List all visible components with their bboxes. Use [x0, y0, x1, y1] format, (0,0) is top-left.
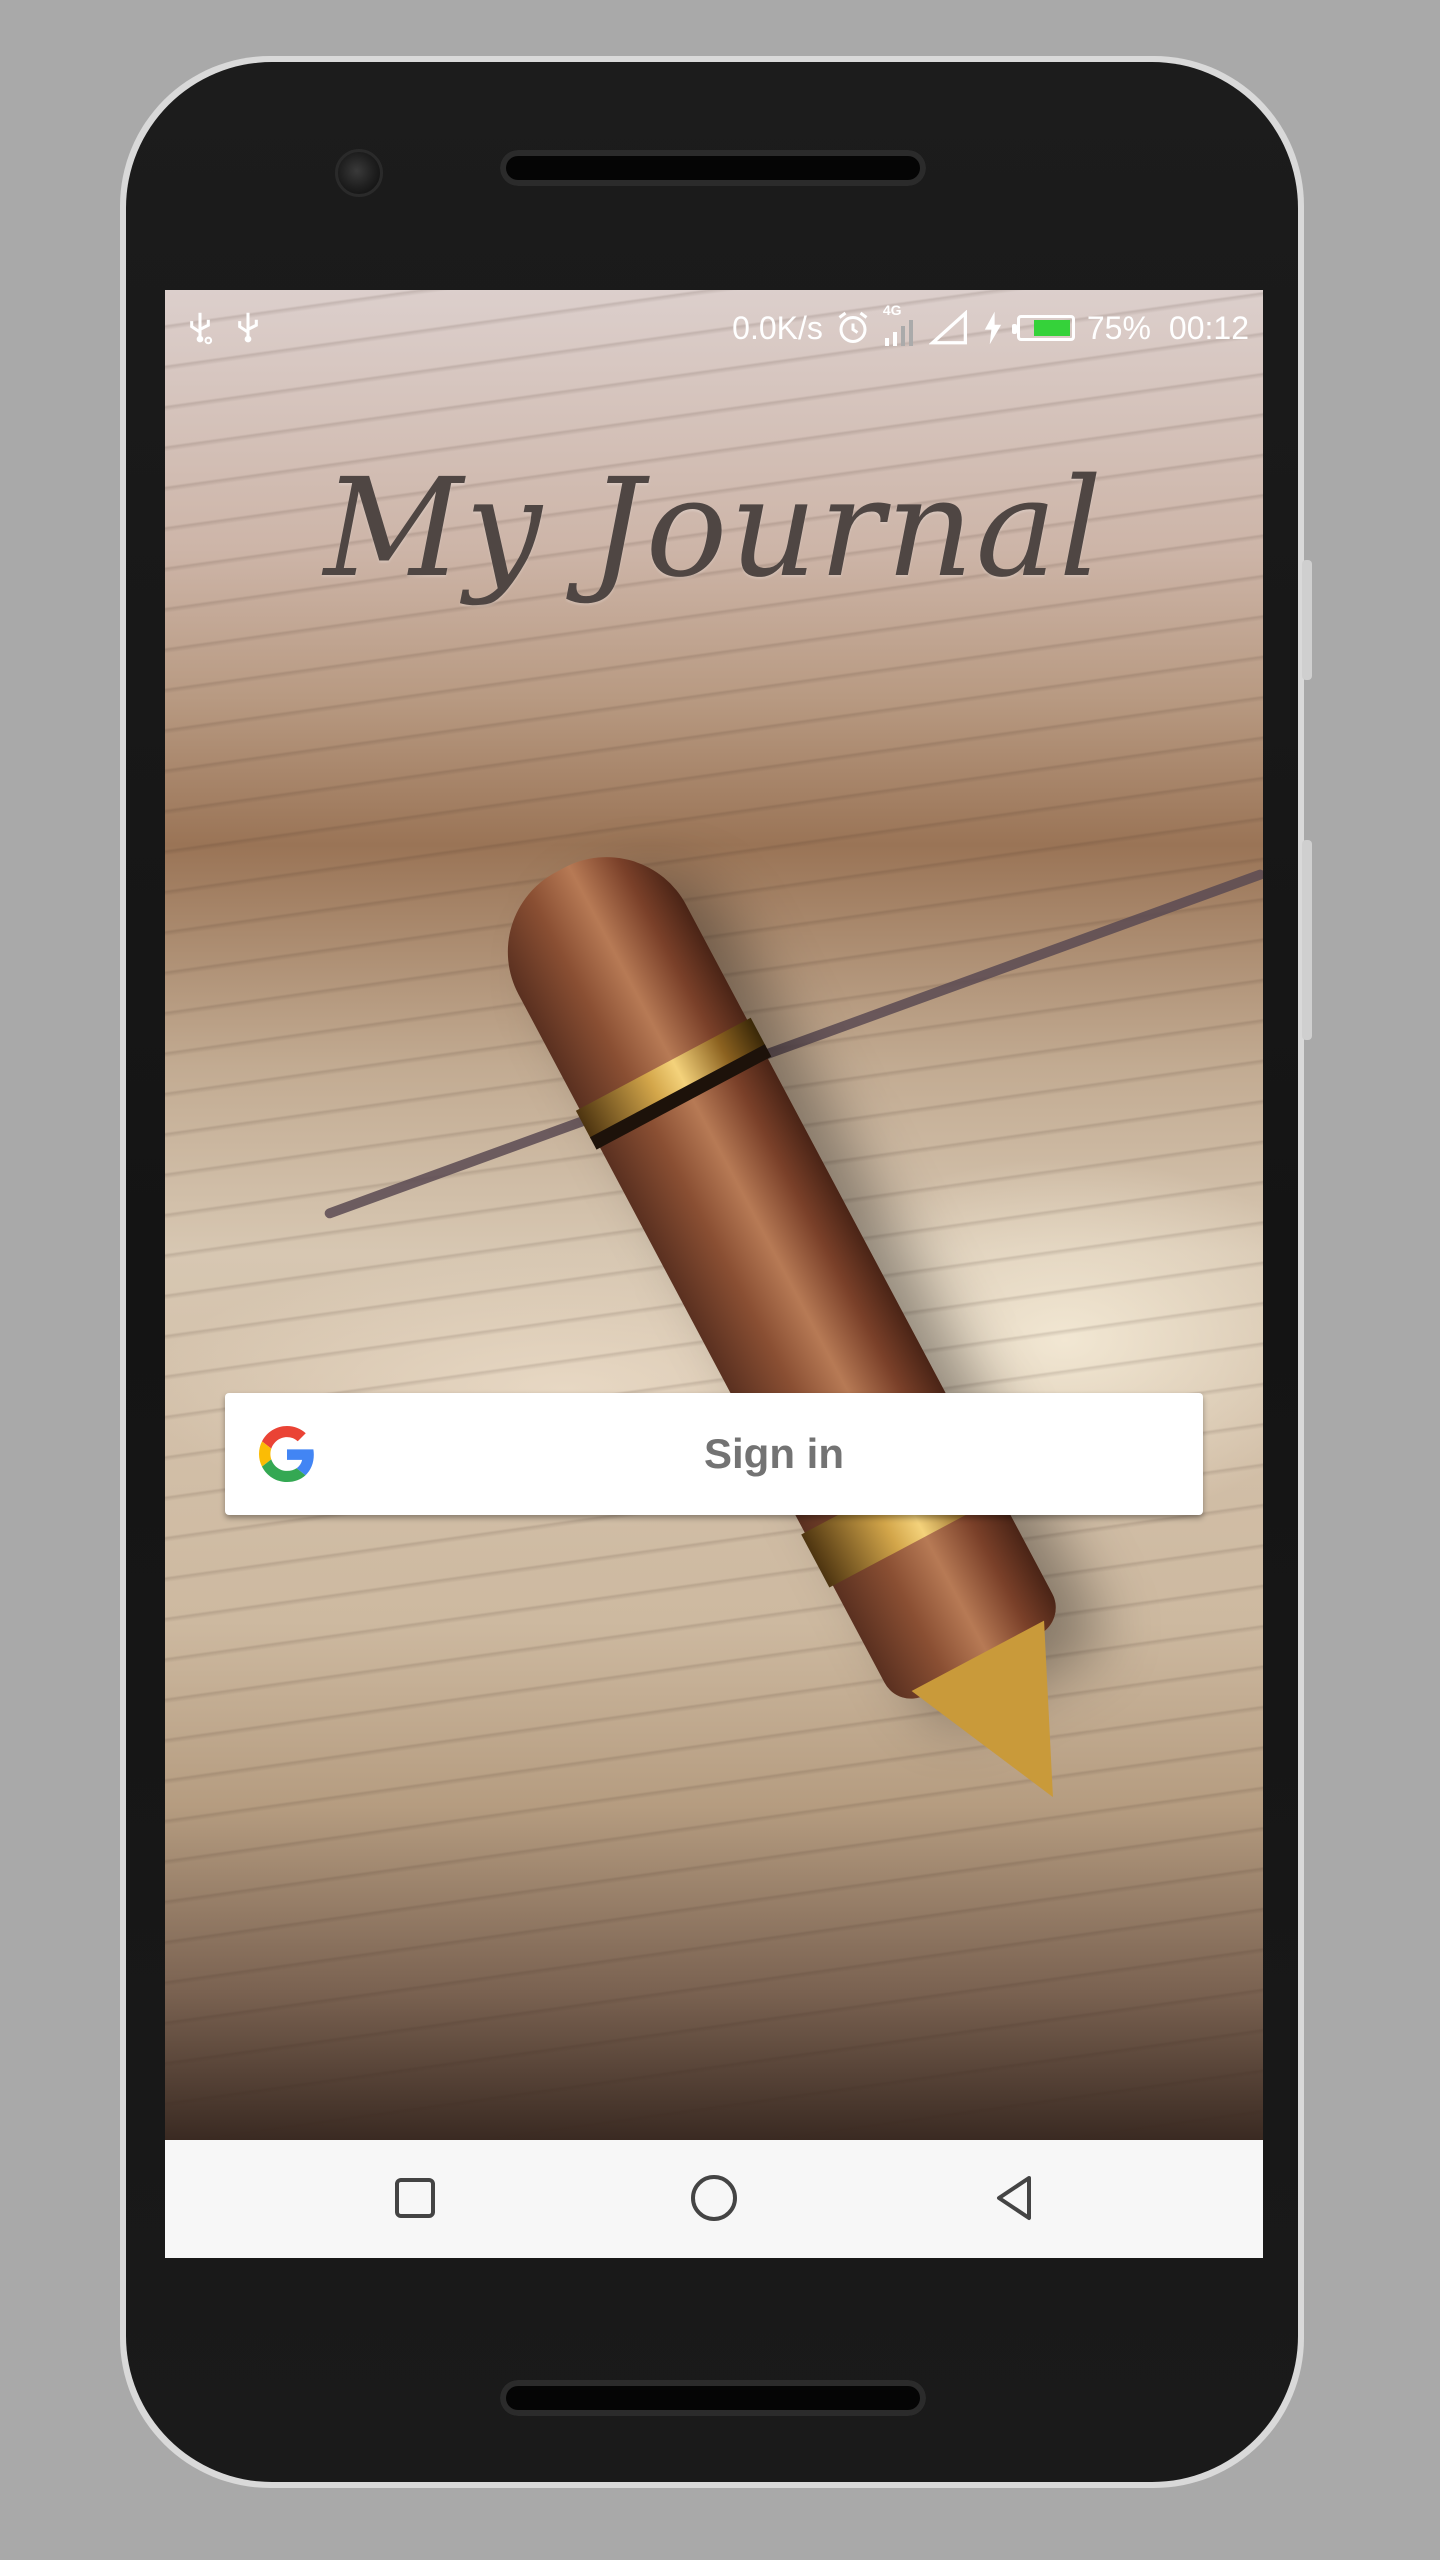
app-title: My Journal: [323, 450, 1105, 608]
bottom-speaker-grille: [500, 2380, 926, 2416]
status-right-icons: 0.0K/s 4G 75% 00:12: [732, 302, 1249, 350]
network-type-label: 4G: [882, 302, 902, 318]
stage: 0.0K/s 4G 75% 00:12 My Journal Sign in: [0, 0, 1440, 2560]
phone-volume-button: [1302, 840, 1312, 1040]
status-left-icons: [183, 310, 265, 346]
alarm-icon: [838, 311, 868, 343]
clock: 00:12: [1168, 309, 1249, 346]
recents-square-icon[interactable]: [385, 2168, 445, 2228]
top-speaker-grille: [500, 150, 926, 186]
phone-side-button: [1302, 560, 1312, 680]
google-sign-in-button[interactable]: Sign in: [225, 1393, 1203, 1515]
battery-percent: 75%: [1086, 309, 1151, 346]
battery-fill: [1033, 320, 1070, 336]
charging-icon: [984, 311, 1002, 345]
status-bar: 0.0K/s 4G 75% 00:12: [165, 290, 1263, 366]
battery-icon: [1011, 315, 1075, 341]
back-triangle-icon[interactable]: [985, 2168, 1045, 2228]
pen-gold-band: [575, 1017, 766, 1139]
usb-icon: [238, 312, 258, 343]
home-circle-icon[interactable]: [684, 2168, 744, 2228]
network-speed: 0.0K/s: [732, 309, 823, 346]
mobile-data-icon: 4G: [883, 302, 917, 348]
signal-icon: [928, 310, 967, 345]
navigation-bar: [165, 2140, 1263, 2258]
front-camera-icon: [335, 149, 383, 197]
sign-in-label: Sign in: [704, 1430, 844, 1477]
usb-debug-icon: [190, 312, 213, 345]
phone-screen: 0.0K/s 4G 75% 00:12 My Journal Sign in: [165, 290, 1263, 2258]
google-g-icon: [259, 1426, 314, 1482]
